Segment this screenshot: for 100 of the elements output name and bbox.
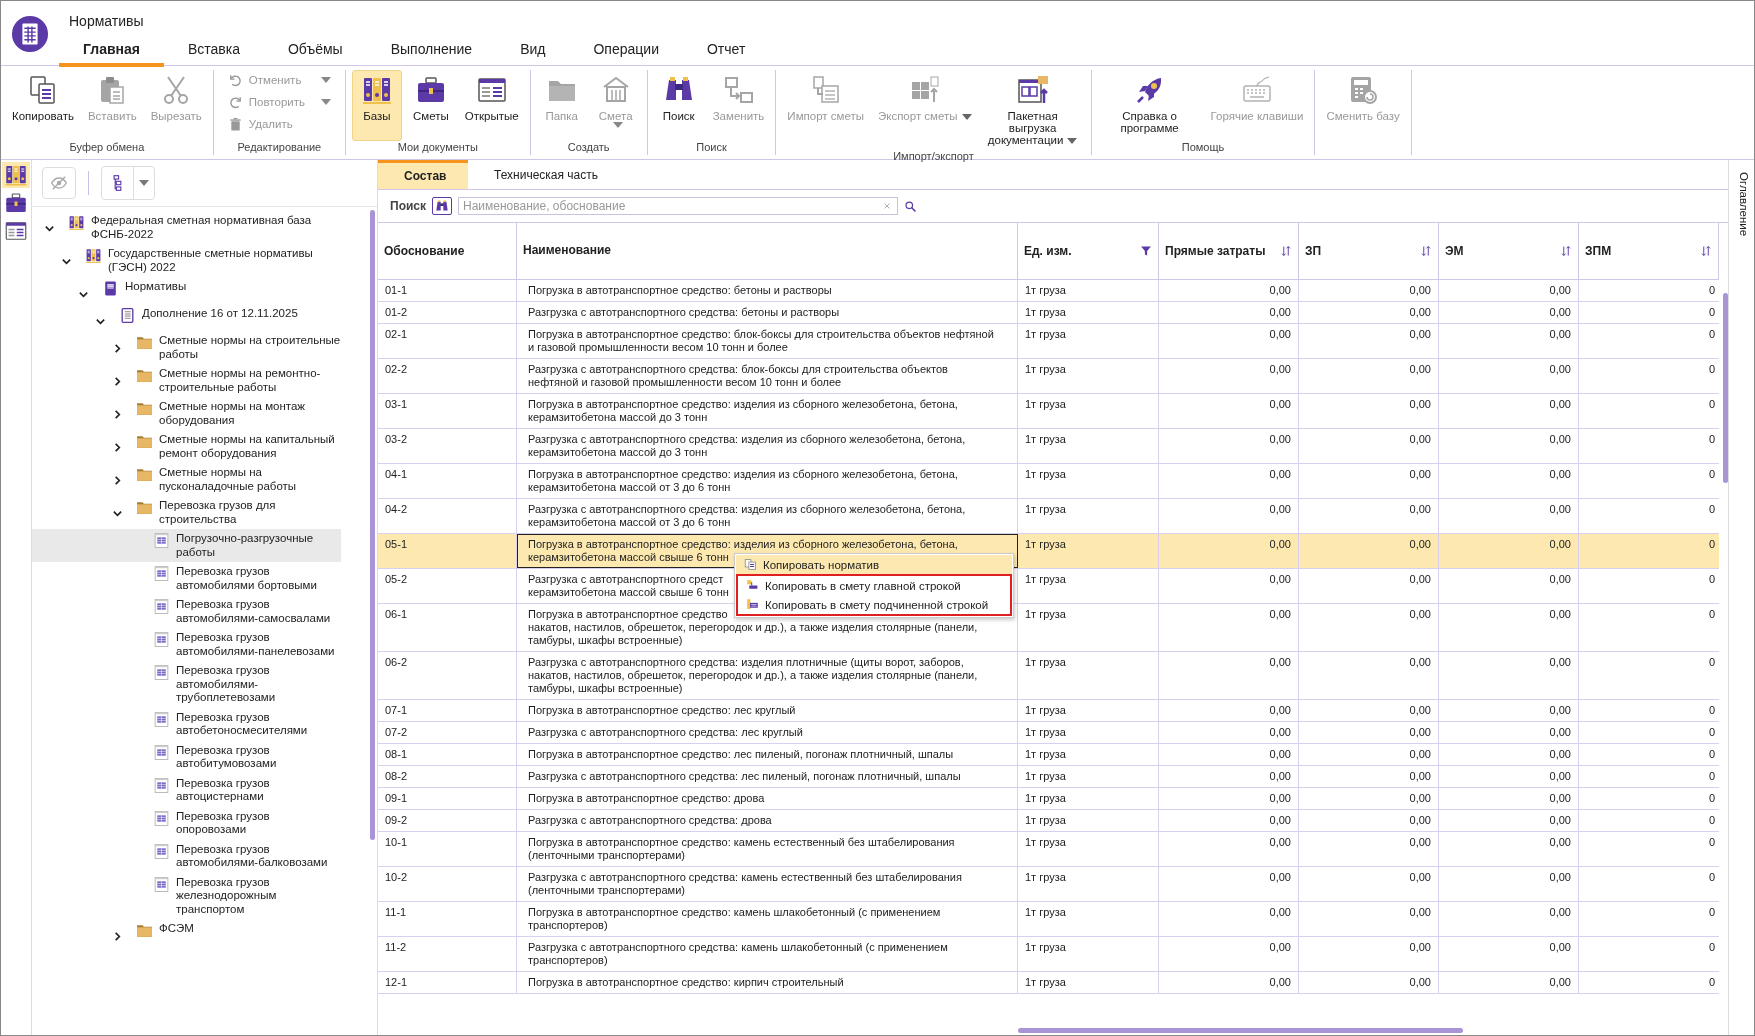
column-header[interactable]: ЗПМ bbox=[1579, 223, 1719, 279]
tree-item[interactable]: Дополнение 16 от 12.11.2025 bbox=[32, 304, 341, 331]
table-cell: 0,00 bbox=[1299, 359, 1439, 393]
tree-item[interactable]: Государственные сметные нормативы (ГЭСН) 2022 bbox=[32, 244, 341, 277]
table-row[interactable]: 08-1 Погрузка в автотранспортное средство: лес пиленый, погонаж плотничный, шпалы 1т груза 0,00 0,00 0,00 0 bbox=[378, 744, 1719, 766]
menu-item[interactable]: Копировать норматив bbox=[736, 555, 1012, 574]
tree-item[interactable]: Перевозка грузов автомобилями-балковозами bbox=[32, 839, 341, 873]
tree-item[interactable]: Перевозка грузов для строительства bbox=[32, 496, 341, 529]
tree-item[interactable]: Перевозка грузов автоцистернами bbox=[32, 773, 341, 807]
table-row[interactable]: 12-1 Погрузка в автотранспортное средство: кирпич строительный 1т груза 0,00 0,00 0,00 0 bbox=[378, 972, 1719, 994]
side-button[interactable] bbox=[2, 162, 30, 188]
table-cell: 0,00 bbox=[1439, 722, 1579, 743]
ribbon-button[interactable]: Открытые bbox=[459, 70, 524, 141]
tree-item[interactable]: Нормативы bbox=[32, 277, 341, 304]
column-header[interactable]: Ед. изм. bbox=[1018, 223, 1159, 279]
table-row[interactable]: 07-2 Разгрузка с автотранспортного средства: лес круглый 1т груза 0,00 0,00 0,00 0 bbox=[378, 722, 1719, 744]
sort-icon[interactable] bbox=[1700, 245, 1712, 257]
table-cell: 0,00 bbox=[1439, 652, 1579, 699]
table-row[interactable] bbox=[378, 652, 1719, 700]
table-cell: 06-2 bbox=[378, 652, 517, 699]
column-header[interactable]: Обоснование bbox=[378, 223, 517, 279]
ribbon-button[interactable]: Копировать bbox=[7, 70, 79, 141]
content-tab[interactable]: Техническая часть bbox=[468, 160, 624, 189]
menu-tab[interactable]: Главная bbox=[59, 37, 164, 67]
column-header[interactable]: ЭМ bbox=[1439, 223, 1579, 279]
table-cell: 02-2 bbox=[378, 359, 517, 393]
ribbon-button[interactable]: Сметы bbox=[405, 70, 456, 141]
sort-icon[interactable] bbox=[1560, 245, 1572, 257]
filter-icon[interactable] bbox=[1140, 245, 1152, 257]
tree-item[interactable]: Сметные нормы на капитальный ремонт оборудования bbox=[32, 430, 341, 463]
ribbon-button[interactable]: Справка о программе bbox=[1097, 70, 1202, 141]
menu-tab[interactable]: Объёмы bbox=[264, 37, 367, 67]
tree-item[interactable]: ФСЭМ bbox=[32, 919, 341, 946]
table-row[interactable]: 01-1 Погрузка в автотранспортное средство: бетоны и растворы 1т груза 0,00 0,00 0,00 0 bbox=[378, 280, 1719, 302]
document-icon bbox=[119, 307, 136, 324]
ribbon-button[interactable]: Базы bbox=[351, 70, 402, 141]
table-row[interactable]: 11-2 Разгрузка с автотранспортного средства: камень шлакобетонный (с применением транспортеров) 1т груза 0,00 0,00 0,00 0 bbox=[378, 937, 1719, 972]
group-label: Буфер обмена bbox=[69, 141, 145, 155]
search-mode-button[interactable] bbox=[432, 197, 452, 215]
table-row[interactable]: 04-1 Погрузка в автотранспортное средство: изделия из сборного железобетона, бетона, керамзитобетона массой от 3 до 6 тонн 1т груза 0,00 0,00 0,00 0 bbox=[378, 464, 1719, 499]
scrollbar[interactable] bbox=[1723, 293, 1728, 483]
tree-item[interactable]: Перевозка грузов автомобилями-самосвалами bbox=[32, 595, 341, 628]
group-label: Помощь bbox=[1181, 141, 1225, 155]
sort-icon[interactable] bbox=[1420, 245, 1432, 257]
table-cell: 12-1 bbox=[378, 972, 517, 993]
content-tab[interactable]: Состав bbox=[378, 160, 468, 189]
tree-item[interactable]: Перевозка грузов автомобилями-трубоплетевозами bbox=[32, 661, 341, 708]
column-header[interactable]: Прямые затраты bbox=[1159, 223, 1299, 279]
tree-item[interactable]: Сметные нормы на строительные работы bbox=[32, 331, 341, 364]
table-cell: 0,00 bbox=[1159, 700, 1299, 721]
tree-item[interactable]: Перевозка грузов автомобилями-панелевозами bbox=[32, 628, 341, 661]
menu-tab[interactable]: Выполнение bbox=[366, 37, 497, 67]
table-cell: 1т груза bbox=[1018, 604, 1159, 651]
search-label: Поиск bbox=[390, 199, 426, 213]
column-header[interactable]: ЗП bbox=[1299, 223, 1439, 279]
ribbon-button[interactable]: Поиск bbox=[653, 70, 704, 141]
menu-tab[interactable]: Отчет bbox=[682, 37, 770, 67]
scrollbar[interactable] bbox=[1018, 1028, 1463, 1033]
search-field[interactable]: Наименование, обоснование bbox=[458, 197, 898, 215]
table-icon bbox=[153, 631, 170, 648]
tree-item[interactable]: Федеральная сметная нормативная база ФСНБ-2022 bbox=[32, 211, 341, 244]
column-header[interactable]: Наименование bbox=[517, 223, 1018, 279]
tree-item[interactable]: Перевозка грузов автобетоносмесителями bbox=[32, 707, 341, 741]
table-row[interactable]: 03-1 Погрузка в автотранспортное средство: изделия из сборного железобетона, бетона, керамзитобетона массой до 3 тонн 1т груза 0,00 0,00 0,00 0 bbox=[378, 394, 1719, 429]
table-cell: 0,00 bbox=[1439, 324, 1579, 358]
tree-item[interactable]: Перевозка грузов железнодорожным транспортом bbox=[32, 872, 341, 919]
search-icon[interactable] bbox=[904, 199, 917, 213]
ribbon-button[interactable]: Пакетная выгрузка документации bbox=[980, 70, 1085, 150]
menu-tab[interactable]: Вставка bbox=[163, 37, 264, 67]
table-row[interactable]: 09-1 Погрузка в автотранспортное средство: дрова 1т груза 0,00 0,00 0,00 0 bbox=[378, 788, 1719, 810]
table-cell: 0,00 bbox=[1159, 280, 1299, 301]
table-row[interactable]: 08-2 Разгрузка с автотранспортного средства: лес пиленый, погонаж плотничный, шпалы 1т груза 0,00 0,00 0,00 0 bbox=[378, 766, 1719, 788]
tree-item[interactable]: Перевозка грузов опоровозами bbox=[32, 806, 341, 840]
side-tab[interactable]: Оглавление bbox=[1728, 160, 1754, 1035]
menu-tab[interactable]: Вид bbox=[496, 37, 570, 67]
menu-item[interactable]: Копировать в смету главной строкой bbox=[738, 576, 1010, 595]
table-cell: 10-1 bbox=[378, 832, 517, 866]
table-row[interactable]: 10-2 Разгрузка с автотранспортного средства: камень естественный без штабелирования (ленточными транспортерами) 1т груза 0,00 0,00 0,00 0 bbox=[378, 867, 1719, 902]
tree-item[interactable]: Сметные нормы на монтаж оборудования bbox=[32, 397, 341, 430]
table-row[interactable]: 10-1 Погрузка в автотранспортное средство: камень естественный без штабелирования (ленточными транспортерами) 1т груза 0,00 0,00 0,00 0 bbox=[378, 832, 1719, 867]
table-cell: 1т груза bbox=[1018, 700, 1159, 721]
chevron-right-icon bbox=[112, 342, 123, 354]
sort-icon[interactable] bbox=[1280, 245, 1292, 257]
table-cell: 1т груза bbox=[1018, 499, 1159, 533]
tree-item[interactable]: Перевозка грузов автобитумовозами bbox=[32, 740, 341, 774]
tree-item[interactable]: Сметные нормы на пусконаладочные работы bbox=[32, 463, 341, 496]
tree-item[interactable]: Погрузочно-разгрузочные работы bbox=[32, 529, 341, 562]
tree-item[interactable]: Сметные нормы на ремонтно-строительные работы bbox=[32, 364, 341, 397]
table-cell: Разгрузка с автотранспортного средства: дрова bbox=[517, 810, 1018, 831]
table-row[interactable]: 03-2 Разгрузка с автотранспортного средства: изделия из сборного железобетона, бетона, керамзитобетона массой до 3 тонн 1т груза 0,00 0,00 0,00 0 bbox=[378, 429, 1719, 464]
table-row[interactable]: 09-2 Разгрузка с автотранспортного средства: дрова 1т груза 0,00 0,00 0,00 0 bbox=[378, 810, 1719, 832]
table-cell: Погрузка в автотранспортное средство: лес пиленый, погонаж плотничный, шпалы bbox=[517, 744, 1018, 765]
table-row[interactable]: 01-2 Разгрузка с автотранспортного средства: бетоны и растворы 1т груза 0,00 0,00 0,00 0 bbox=[378, 302, 1719, 324]
table-row[interactable]: 02-1 Погрузка в автотранспортное средство: блок-боксы для строительства объектов нефтяной и газовой промышленности весом 10 тонн и более 1т груза 0,00 0,00 0,00 0 bbox=[378, 324, 1719, 359]
table-row[interactable]: 02-2 Разгрузка с автотранспортного средства: блок-боксы для строительства объектов нефтяной и газовой промышленности весом 10 тонн и более 1т груза 0,00 0,00 0,00 0 bbox=[378, 359, 1719, 394]
tree-item[interactable]: Перевозка грузов автомобилями бортовыми bbox=[32, 562, 341, 595]
scrollbar[interactable] bbox=[370, 210, 375, 840]
table-row[interactable]: 11-1 Погрузка в автотранспортное средство: камень шлакобетонный (с применением транспортеров) 1т груза 0,00 0,00 0,00 0 bbox=[378, 902, 1719, 937]
menu-tab[interactable]: Операции bbox=[569, 37, 683, 67]
table-row[interactable]: 07-1 Погрузка в автотранспортное средство: лес круглый 1т груза 0,00 0,00 0,00 0 bbox=[378, 700, 1719, 722]
